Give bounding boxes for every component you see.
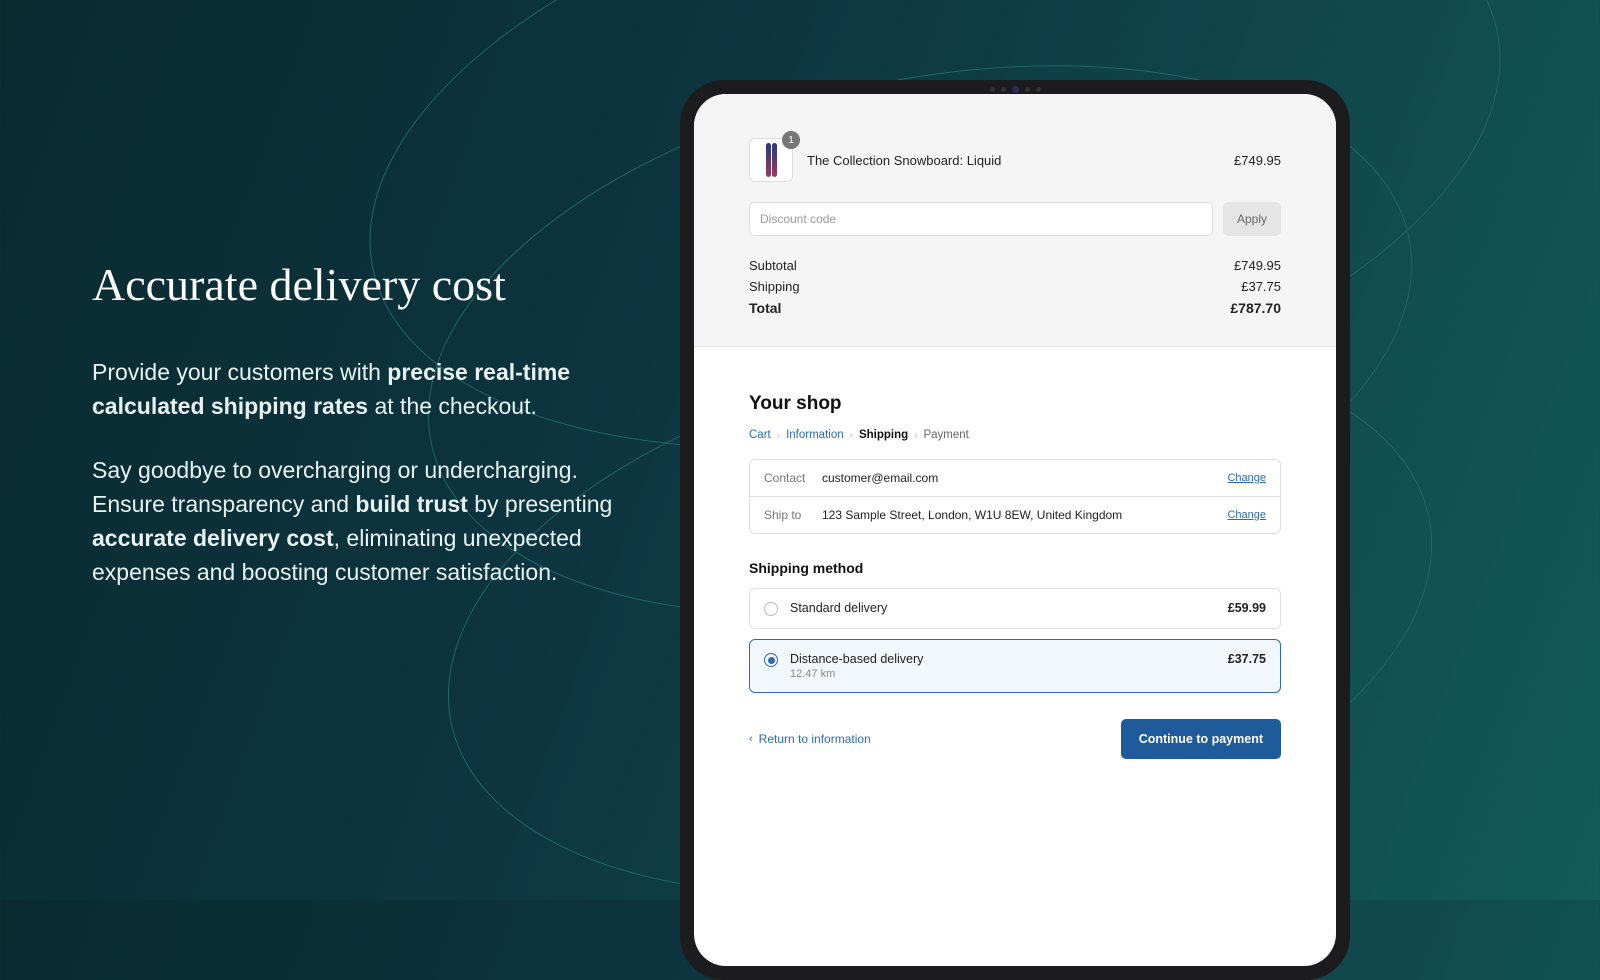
chevron-right-icon: ›	[850, 430, 853, 441]
return-link[interactable]: ‹ Return to information	[749, 732, 871, 746]
total-value: £787.70	[1230, 300, 1281, 316]
discount-input[interactable]	[749, 202, 1213, 236]
shipping-option-name: Standard delivery	[790, 601, 1216, 615]
shipping-option-distance[interactable]: Distance-based delivery 12.47 km £37.75	[749, 639, 1281, 693]
tablet-frame: 1 The Collection Snowboard: Liquid £749.…	[680, 80, 1350, 980]
total-row: Total £787.70	[749, 300, 1281, 316]
continue-button[interactable]: Continue to payment	[1121, 719, 1281, 759]
contact-line: Contact customer@email.com Change	[750, 460, 1280, 496]
marketing-heading: Accurate delivery cost	[92, 258, 652, 311]
shipping-option-price: £37.75	[1228, 652, 1266, 666]
change-shipto-link[interactable]: Change	[1227, 509, 1266, 521]
chevron-right-icon: ›	[777, 430, 780, 441]
crumb-payment: Payment	[923, 429, 968, 441]
return-link-label: Return to information	[759, 732, 871, 746]
order-summary: 1 The Collection Snowboard: Liquid £749.…	[694, 94, 1336, 347]
subtotal-value: £749.95	[1234, 258, 1281, 273]
contact-label: Contact	[764, 471, 822, 485]
shipto-value: 123 Sample Street, London, W1U 8EW, Unit…	[822, 508, 1227, 522]
shipto-line: Ship to 123 Sample Street, London, W1U 8…	[750, 496, 1280, 533]
shipping-label: Shipping	[749, 279, 800, 294]
shipping-value: £37.75	[1241, 279, 1281, 294]
product-thumbnail: 1	[749, 138, 793, 182]
product-row: 1 The Collection Snowboard: Liquid £749.…	[749, 138, 1281, 182]
radio-icon	[764, 653, 778, 667]
breadcrumb: Cart › Information › Shipping › Payment	[749, 429, 1281, 441]
crumb-information[interactable]: Information	[786, 429, 844, 441]
change-contact-link[interactable]: Change	[1227, 472, 1266, 484]
total-label: Total	[749, 300, 781, 316]
shipping-option-standard[interactable]: Standard delivery £59.99	[749, 588, 1281, 629]
marketing-copy: Accurate delivery cost Provide your cust…	[92, 258, 652, 619]
apply-button[interactable]: Apply	[1223, 202, 1281, 236]
subtotal-row: Subtotal £749.95	[749, 258, 1281, 273]
shipto-label: Ship to	[764, 508, 822, 522]
marketing-paragraph-1: Provide your customers with precise real…	[92, 355, 652, 423]
chevron-left-icon: ‹	[749, 733, 753, 745]
shipping-option-price: £59.99	[1228, 601, 1266, 615]
marketing-paragraph-2: Say goodbye to overcharging or underchar…	[92, 453, 652, 589]
shipping-option-sub: 12.47 km	[790, 668, 1216, 680]
checkout-body: Your shop Cart › Information › Shipping …	[694, 347, 1336, 789]
product-price: £749.95	[1234, 153, 1281, 168]
checkout-actions: ‹ Return to information Continue to paym…	[749, 719, 1281, 759]
crumb-shipping: Shipping	[859, 429, 908, 441]
tablet-screen: 1 The Collection Snowboard: Liquid £749.…	[694, 94, 1336, 966]
subtotal-label: Subtotal	[749, 258, 797, 273]
info-card: Contact customer@email.com Change Ship t…	[749, 459, 1281, 534]
chevron-right-icon: ›	[914, 430, 917, 441]
shipping-row: Shipping £37.75	[749, 279, 1281, 294]
shipping-option-name: Distance-based delivery	[790, 652, 1216, 666]
shop-title: Your shop	[749, 393, 1281, 415]
crumb-cart[interactable]: Cart	[749, 429, 771, 441]
contact-value: customer@email.com	[822, 471, 1227, 485]
shipping-method-title: Shipping method	[749, 560, 1281, 576]
radio-icon	[764, 602, 778, 616]
qty-badge: 1	[782, 131, 800, 149]
discount-row: Apply	[749, 202, 1281, 236]
product-name: The Collection Snowboard: Liquid	[807, 153, 1220, 168]
